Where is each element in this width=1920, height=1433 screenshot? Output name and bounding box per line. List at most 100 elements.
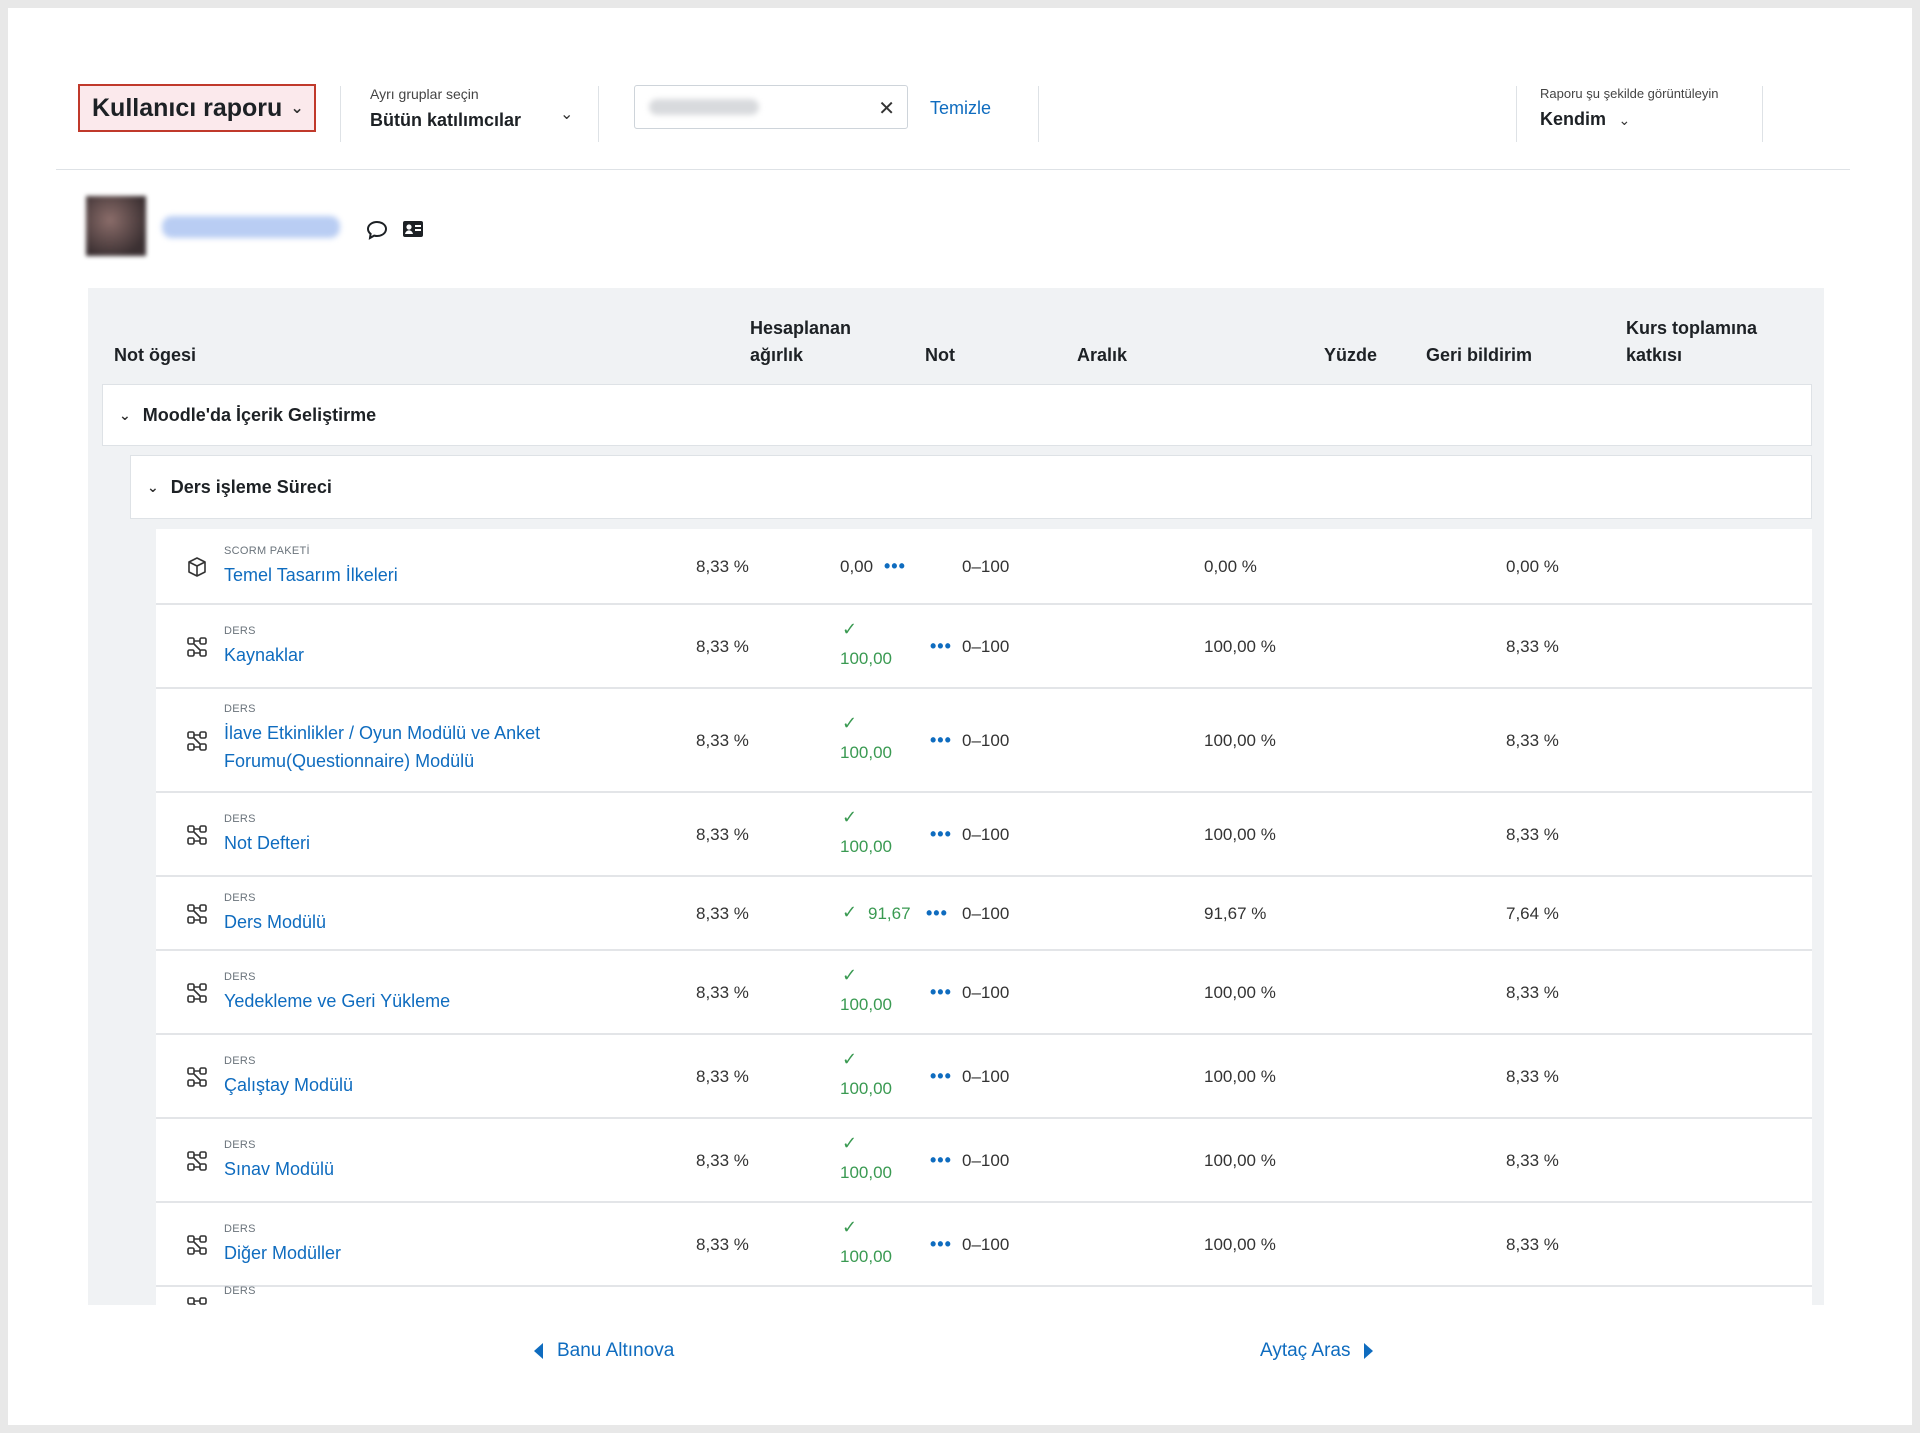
grade-actions-button[interactable]: ••• bbox=[884, 557, 906, 575]
grade-actions-button[interactable]: ••• bbox=[930, 1151, 952, 1169]
lesson-icon bbox=[186, 1150, 208, 1177]
grade-actions-button[interactable]: ••• bbox=[930, 983, 952, 1001]
caret-left-icon bbox=[534, 1343, 543, 1359]
item-type-label: DERS bbox=[224, 625, 256, 637]
contribution-value: 8,33 % bbox=[1506, 983, 1559, 1002]
contribution-value: 8,33 % bbox=[1506, 1151, 1559, 1170]
subcategory-name: Ders işleme Süreci bbox=[170, 476, 332, 497]
grade-value: 100,00 bbox=[840, 1247, 892, 1266]
grade-actions-button[interactable]: ••• bbox=[926, 904, 948, 922]
header-contribution: Kurs toplamına katkısı bbox=[1626, 315, 1757, 369]
percentage-value: 100,00 % bbox=[1204, 983, 1276, 1002]
check-icon: ✓ bbox=[842, 619, 858, 639]
table-header: Not ögesi Hesaplanan ağırlık Not Aralık … bbox=[88, 288, 1824, 384]
grade-item-link[interactable]: Çalıştay Modülü bbox=[224, 1071, 604, 1099]
check-icon: ✓ bbox=[842, 807, 858, 827]
avatar[interactable] bbox=[86, 196, 146, 256]
group-select[interactable]: Ayrı gruplar seçin Bütün katılımcılar ⌄ bbox=[370, 86, 574, 131]
view-as-select[interactable]: Raporu şu şekilde görüntüleyin Kendim ⌄ bbox=[1540, 86, 1760, 130]
header-feedback: Geri bildirim bbox=[1426, 345, 1533, 365]
page-frame: Kullanıcı raporu ⌄ Ayrı gruplar seçin Bü… bbox=[8, 8, 1912, 1425]
header-grade-item: Not ögesi bbox=[114, 345, 197, 365]
check-icon: ✓ bbox=[842, 1133, 858, 1153]
report-type-select[interactable]: Kullanıcı raporu ⌄ bbox=[78, 84, 316, 132]
grade-item-link[interactable]: Ders Modülü bbox=[224, 908, 604, 936]
contribution-value: 8,33 % bbox=[1506, 637, 1559, 656]
contact-card-icon[interactable] bbox=[402, 220, 424, 243]
view-as-label: Raporu şu şekilde görüntüleyin bbox=[1540, 86, 1719, 101]
divider bbox=[1516, 86, 1517, 142]
grade-value: 100,00 bbox=[840, 743, 892, 762]
user-name-redacted[interactable] bbox=[162, 216, 340, 238]
report-toolbar: Kullanıcı raporu ⌄ Ayrı gruplar seçin Bü… bbox=[56, 72, 1850, 170]
chevron-down-icon: ⌄ bbox=[560, 106, 574, 123]
check-icon: ✓ bbox=[842, 713, 858, 733]
percentage-value: 100,00 % bbox=[1204, 1067, 1276, 1086]
weight-value: 8,33 % bbox=[696, 731, 749, 750]
view-as-value: Kendim bbox=[1540, 109, 1607, 129]
grade-value: 100,00 bbox=[840, 649, 892, 668]
contribution-value: 0,00 % bbox=[1506, 557, 1559, 576]
grades-table: Not ögesi Hesaplanan ağırlık Not Aralık … bbox=[88, 288, 1824, 1305]
close-icon[interactable]: ✕ bbox=[878, 96, 895, 121]
range-value: 0–100 bbox=[962, 825, 1010, 844]
grade-item-link[interactable]: Diğer Modüller bbox=[224, 1239, 604, 1267]
divider bbox=[1762, 86, 1763, 142]
table-row: DERS Diğer Modüller 8,33 % ✓ 100,00 ••• 0–100 1… bbox=[156, 1203, 1812, 1287]
table-row: DERS Ders Modülü 8,33 % ✓ 91,67 ••• 0–100 91,67… bbox=[156, 877, 1812, 951]
grade-actions-button[interactable]: ••• bbox=[930, 1235, 952, 1253]
item-type-label: DERS bbox=[224, 1285, 256, 1297]
contribution-value: 8,33 % bbox=[1506, 731, 1559, 750]
table-row: DERS Not Defteri 8,33 % ✓ 100,00 ••• 0–100 100,… bbox=[156, 793, 1812, 877]
percentage-value: 100,00 % bbox=[1204, 1151, 1276, 1170]
lesson-icon bbox=[186, 1296, 208, 1305]
grade-item-link[interactable]: Yedekleme ve Geri Yükleme bbox=[224, 987, 604, 1015]
grade-actions-button[interactable]: ••• bbox=[930, 637, 952, 655]
chevron-down-icon[interactable]: ⌄ bbox=[147, 479, 159, 496]
message-icon[interactable] bbox=[366, 220, 388, 245]
weight-value: 8,33 % bbox=[696, 1151, 749, 1170]
table-row: DERS Çalıştay Modülü 8,33 % ✓ 100,00 ••• 0–100… bbox=[156, 1035, 1812, 1119]
search-value-redacted bbox=[649, 99, 759, 115]
header-percentage: Yüzde bbox=[1324, 345, 1378, 365]
check-icon: ✓ bbox=[842, 1217, 858, 1237]
clear-button[interactable]: Temizle bbox=[930, 98, 991, 119]
item-type-label: DERS bbox=[224, 813, 256, 825]
range-value: 0–100 bbox=[962, 983, 1010, 1002]
table-row: DERS Kaynaklar 8,33 % ✓ 100,00 ••• 0–100 100,00… bbox=[156, 605, 1812, 689]
contribution-value: 8,33 % bbox=[1506, 825, 1559, 844]
header-contribution-line1: Kurs toplamına bbox=[1626, 318, 1758, 338]
weight-value: 8,33 % bbox=[696, 904, 749, 923]
grade-actions-button[interactable]: ••• bbox=[930, 825, 952, 843]
grade-actions-button[interactable]: ••• bbox=[930, 731, 952, 749]
grade-item-link[interactable]: Kaynaklar bbox=[224, 641, 604, 669]
header-grade: Not bbox=[925, 345, 955, 365]
grade-item-link[interactable]: İlave Etkinlikler / Oyun Modülü ve Anket… bbox=[224, 719, 604, 775]
grade-item-link[interactable]: Sınav Modülü bbox=[224, 1155, 604, 1183]
item-type-label: DERS bbox=[224, 1223, 256, 1235]
weight-value: 8,33 % bbox=[696, 637, 749, 656]
category-row[interactable]: ⌄ Moodle'da İçerik Geliştirme bbox=[102, 384, 1812, 446]
range-value: 0–100 bbox=[962, 557, 1010, 576]
check-icon: ✓ bbox=[842, 1049, 858, 1069]
percentage-value: 100,00 % bbox=[1204, 1235, 1276, 1254]
header-weight-line2: ağırlık bbox=[750, 345, 804, 365]
grade-value: 91,67 bbox=[868, 904, 911, 923]
table-row: DERS İlave Etkinlikler / Oyun Modülü ve A… bbox=[156, 689, 1812, 793]
weight-value: 8,33 % bbox=[696, 1067, 749, 1086]
grade-item-link[interactable]: Not Defteri bbox=[224, 829, 604, 857]
subcategory-row[interactable]: ⌄ Ders işleme Süreci bbox=[130, 455, 1812, 519]
header-range: Aralık bbox=[1077, 345, 1128, 365]
grade-item-link[interactable]: Temel Tasarım İlkeleri bbox=[224, 561, 604, 589]
table-row: DERS Sınav Modülü 8,33 % ✓ 100,00 ••• 0–100 100… bbox=[156, 1119, 1812, 1203]
user-search-input[interactable]: ✕ bbox=[634, 85, 908, 129]
next-user-link[interactable]: Aytaç Aras bbox=[1260, 1340, 1374, 1362]
percentage-value: 91,67 % bbox=[1204, 904, 1267, 923]
chevron-down-icon[interactable]: ⌄ bbox=[119, 407, 131, 424]
lesson-icon bbox=[186, 1066, 208, 1093]
previous-user-link[interactable]: Banu Altınova bbox=[534, 1340, 674, 1362]
lesson-icon bbox=[186, 636, 208, 663]
weight-value: 8,33 % bbox=[696, 825, 749, 844]
grade-actions-button[interactable]: ••• bbox=[930, 1067, 952, 1085]
divider bbox=[1038, 86, 1039, 142]
